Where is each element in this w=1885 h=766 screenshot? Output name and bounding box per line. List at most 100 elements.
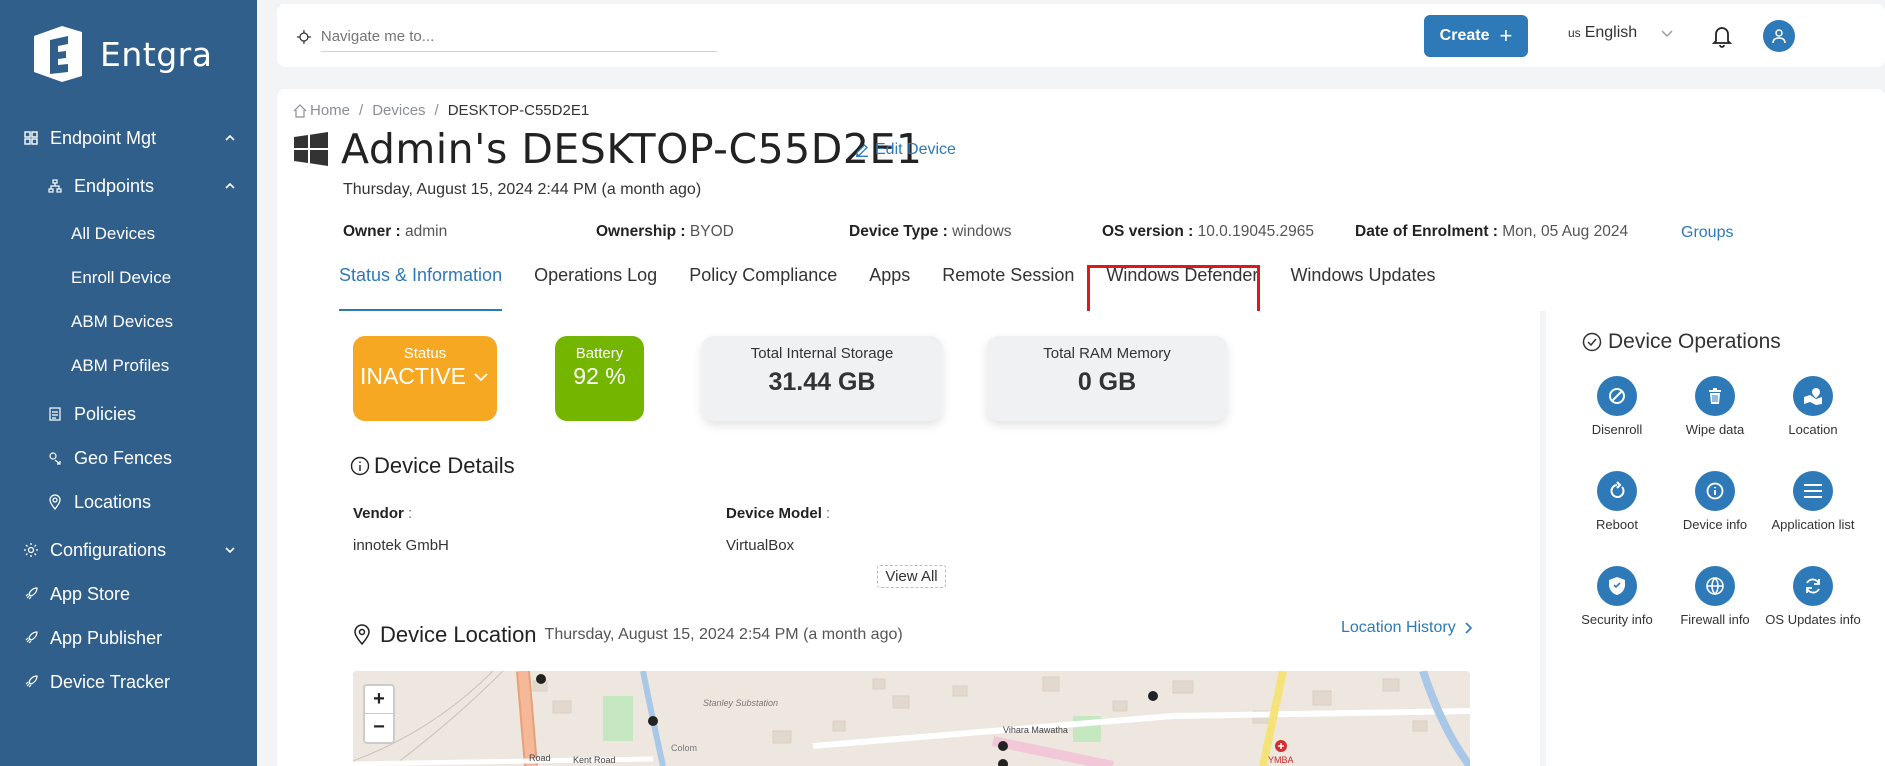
chevron-up-icon [225, 182, 235, 189]
vendor-label-text: Vendor [353, 505, 404, 522]
clipboard-icon [46, 405, 64, 423]
list-icon [1793, 471, 1833, 511]
ram-value: 0 GB [1077, 368, 1137, 396]
bell-icon[interactable] [1711, 24, 1733, 48]
security-info-operation[interactable]: Security info [1567, 566, 1667, 627]
sidebar-item-label: App Store [50, 583, 131, 604]
device-type-label: Device Type : [849, 223, 948, 240]
operation-label: Location [1788, 422, 1838, 437]
enrolment-date-field: Date of Enrolment : Mon, 05 Aug 2024 [1355, 223, 1628, 241]
rocket-icon [22, 585, 40, 603]
chevron-down-icon [1661, 30, 1673, 37]
storage-label: Total Internal Storage [750, 345, 894, 362]
wipe-data-operation[interactable]: Wipe data [1665, 376, 1765, 437]
view-all-button[interactable]: View All [877, 565, 946, 588]
tab-remote-session[interactable]: Remote Session [942, 261, 1074, 311]
sidebar-item-abm-devices[interactable]: ABM Devices [0, 304, 257, 340]
entgra-logo[interactable]: Entgra [26, 22, 212, 86]
breadcrumb-home[interactable]: Home [310, 102, 350, 119]
sync-icon [1793, 566, 1833, 606]
map-label-vihara: Vihara Mawatha [1003, 725, 1068, 735]
reboot-operation[interactable]: Reboot [1567, 471, 1667, 532]
groups-link[interactable]: Groups [1681, 224, 1733, 242]
device-location-heading: Device Location Thursday, August 15, 202… [352, 622, 903, 648]
last-seen-date: Thursday, August 15, 2024 2:44 PM (a mon… [343, 181, 702, 198]
sitemap-icon [46, 177, 64, 195]
application-list-operation[interactable]: Application list [1763, 471, 1863, 532]
sidebar-item-label: Endpoint Mgt [50, 127, 157, 148]
location-date: Thursday, August 15, 2024 2:54 PM (a mon… [544, 626, 903, 643]
zoom-out-button[interactable]: − [365, 714, 393, 742]
rocket-icon [22, 629, 40, 647]
geofence-icon [46, 449, 64, 467]
storage-card: Total Internal Storage 31.44 GB [702, 336, 942, 421]
grid-icon [22, 129, 40, 147]
disenroll-operation[interactable]: Disenroll [1567, 376, 1667, 437]
sidebar-item-app-store[interactable]: App Store [0, 576, 257, 612]
sidebar-item-locations[interactable]: Locations [0, 484, 257, 520]
device-details-heading: Device Details [350, 453, 515, 479]
battery-label: Battery [575, 345, 624, 362]
device-operations-title: Device Operations [1608, 330, 1781, 353]
tab-status-information[interactable]: Status & Information [339, 261, 503, 311]
tab-apps[interactable]: Apps [869, 261, 910, 311]
sidebar-item-label: Configurations [50, 539, 167, 560]
status-card[interactable]: Status INACTIVE [353, 336, 497, 421]
device-tabs: Status & Information Operations Log Poli… [339, 261, 1468, 311]
location-map[interactable]: Stanley Substation Vihara Mawatha Kent R… [353, 671, 1470, 766]
sidebar-item-geo-fences[interactable]: Geo Fences [0, 440, 257, 476]
sidebar-item-all-devices[interactable]: All Devices [0, 216, 257, 252]
location-history-link[interactable]: Location History [1341, 619, 1474, 637]
device-model-label-text: Device Model [726, 505, 822, 522]
chevron-right-icon [1465, 622, 1472, 634]
plus-icon: + [1499, 23, 1513, 48]
enrolment-date-label: Date of Enrolment : [1355, 223, 1498, 240]
page-title: Admin's DESKTOP-C55D2E1 [341, 125, 923, 173]
ram-card: Total RAM Memory 0 GB [987, 336, 1227, 421]
tab-windows-updates[interactable]: Windows Updates [1290, 261, 1435, 311]
device-model-label: Device Model : [726, 505, 830, 522]
user-avatar[interactable] [1763, 20, 1795, 52]
tab-policy-compliance[interactable]: Policy Compliance [689, 261, 837, 311]
us-flag-icon: us [1568, 26, 1581, 40]
edit-device-link[interactable]: Edit Device [855, 141, 956, 159]
breadcrumb-separator: / [434, 102, 439, 119]
edit-device-label: Edit Device [875, 141, 956, 158]
navigate-search [297, 20, 717, 54]
navigate-input[interactable] [320, 22, 717, 52]
entgra-logo-icon [34, 26, 82, 82]
sidebar-item-label: Enroll Device [71, 268, 172, 287]
pencil-icon [856, 144, 868, 157]
vendor-value: innotek GmbH [353, 537, 449, 554]
sidebar-item-abm-profiles[interactable]: ABM Profiles [0, 348, 257, 384]
device-type-field: Device Type : windows [849, 223, 1012, 241]
chevron-up-icon [225, 134, 235, 141]
user-icon [1772, 29, 1786, 44]
breadcrumb-devices[interactable]: Devices [372, 102, 425, 119]
ram-label: Total RAM Memory [1043, 345, 1171, 362]
firewall-info-operation[interactable]: Firewall info [1665, 566, 1765, 627]
device-info-operation[interactable]: Device info [1665, 471, 1765, 532]
label-colon: : [403, 505, 413, 522]
create-button[interactable]: Create + [1424, 15, 1528, 57]
device-header: Home / Devices / DESKTOP-C55D2E1 Admin's… [277, 89, 1885, 311]
sidebar-item-endpoints[interactable]: Endpoints [0, 168, 257, 204]
sidebar-item-policies[interactable]: Policies [0, 396, 257, 432]
sidebar-item-app-publisher[interactable]: App Publisher [0, 620, 257, 656]
owner-value: admin [405, 223, 448, 240]
operation-label: OS Updates info [1765, 612, 1861, 627]
sidebar-item-endpoint-mgt[interactable]: Endpoint Mgt [0, 120, 257, 156]
tab-operations-log[interactable]: Operations Log [534, 261, 657, 311]
zoom-in-button[interactable]: + [365, 686, 393, 714]
sidebar-item-configurations[interactable]: Configurations [0, 532, 257, 568]
os-updates-info-operation[interactable]: OS Updates info [1763, 566, 1863, 627]
sidebar-item-device-tracker[interactable]: Device Tracker [0, 664, 257, 700]
owner-field: Owner : admin [343, 223, 447, 241]
breadcrumb-separator: / [359, 102, 364, 119]
shield-icon [1597, 566, 1637, 606]
sidebar-item-enroll-device[interactable]: Enroll Device [0, 260, 257, 296]
globe-icon [1695, 566, 1735, 606]
location-operation[interactable]: Location [1763, 376, 1863, 437]
language-selector[interactable]: us English [1568, 24, 1675, 42]
status-label: Status [403, 345, 447, 362]
